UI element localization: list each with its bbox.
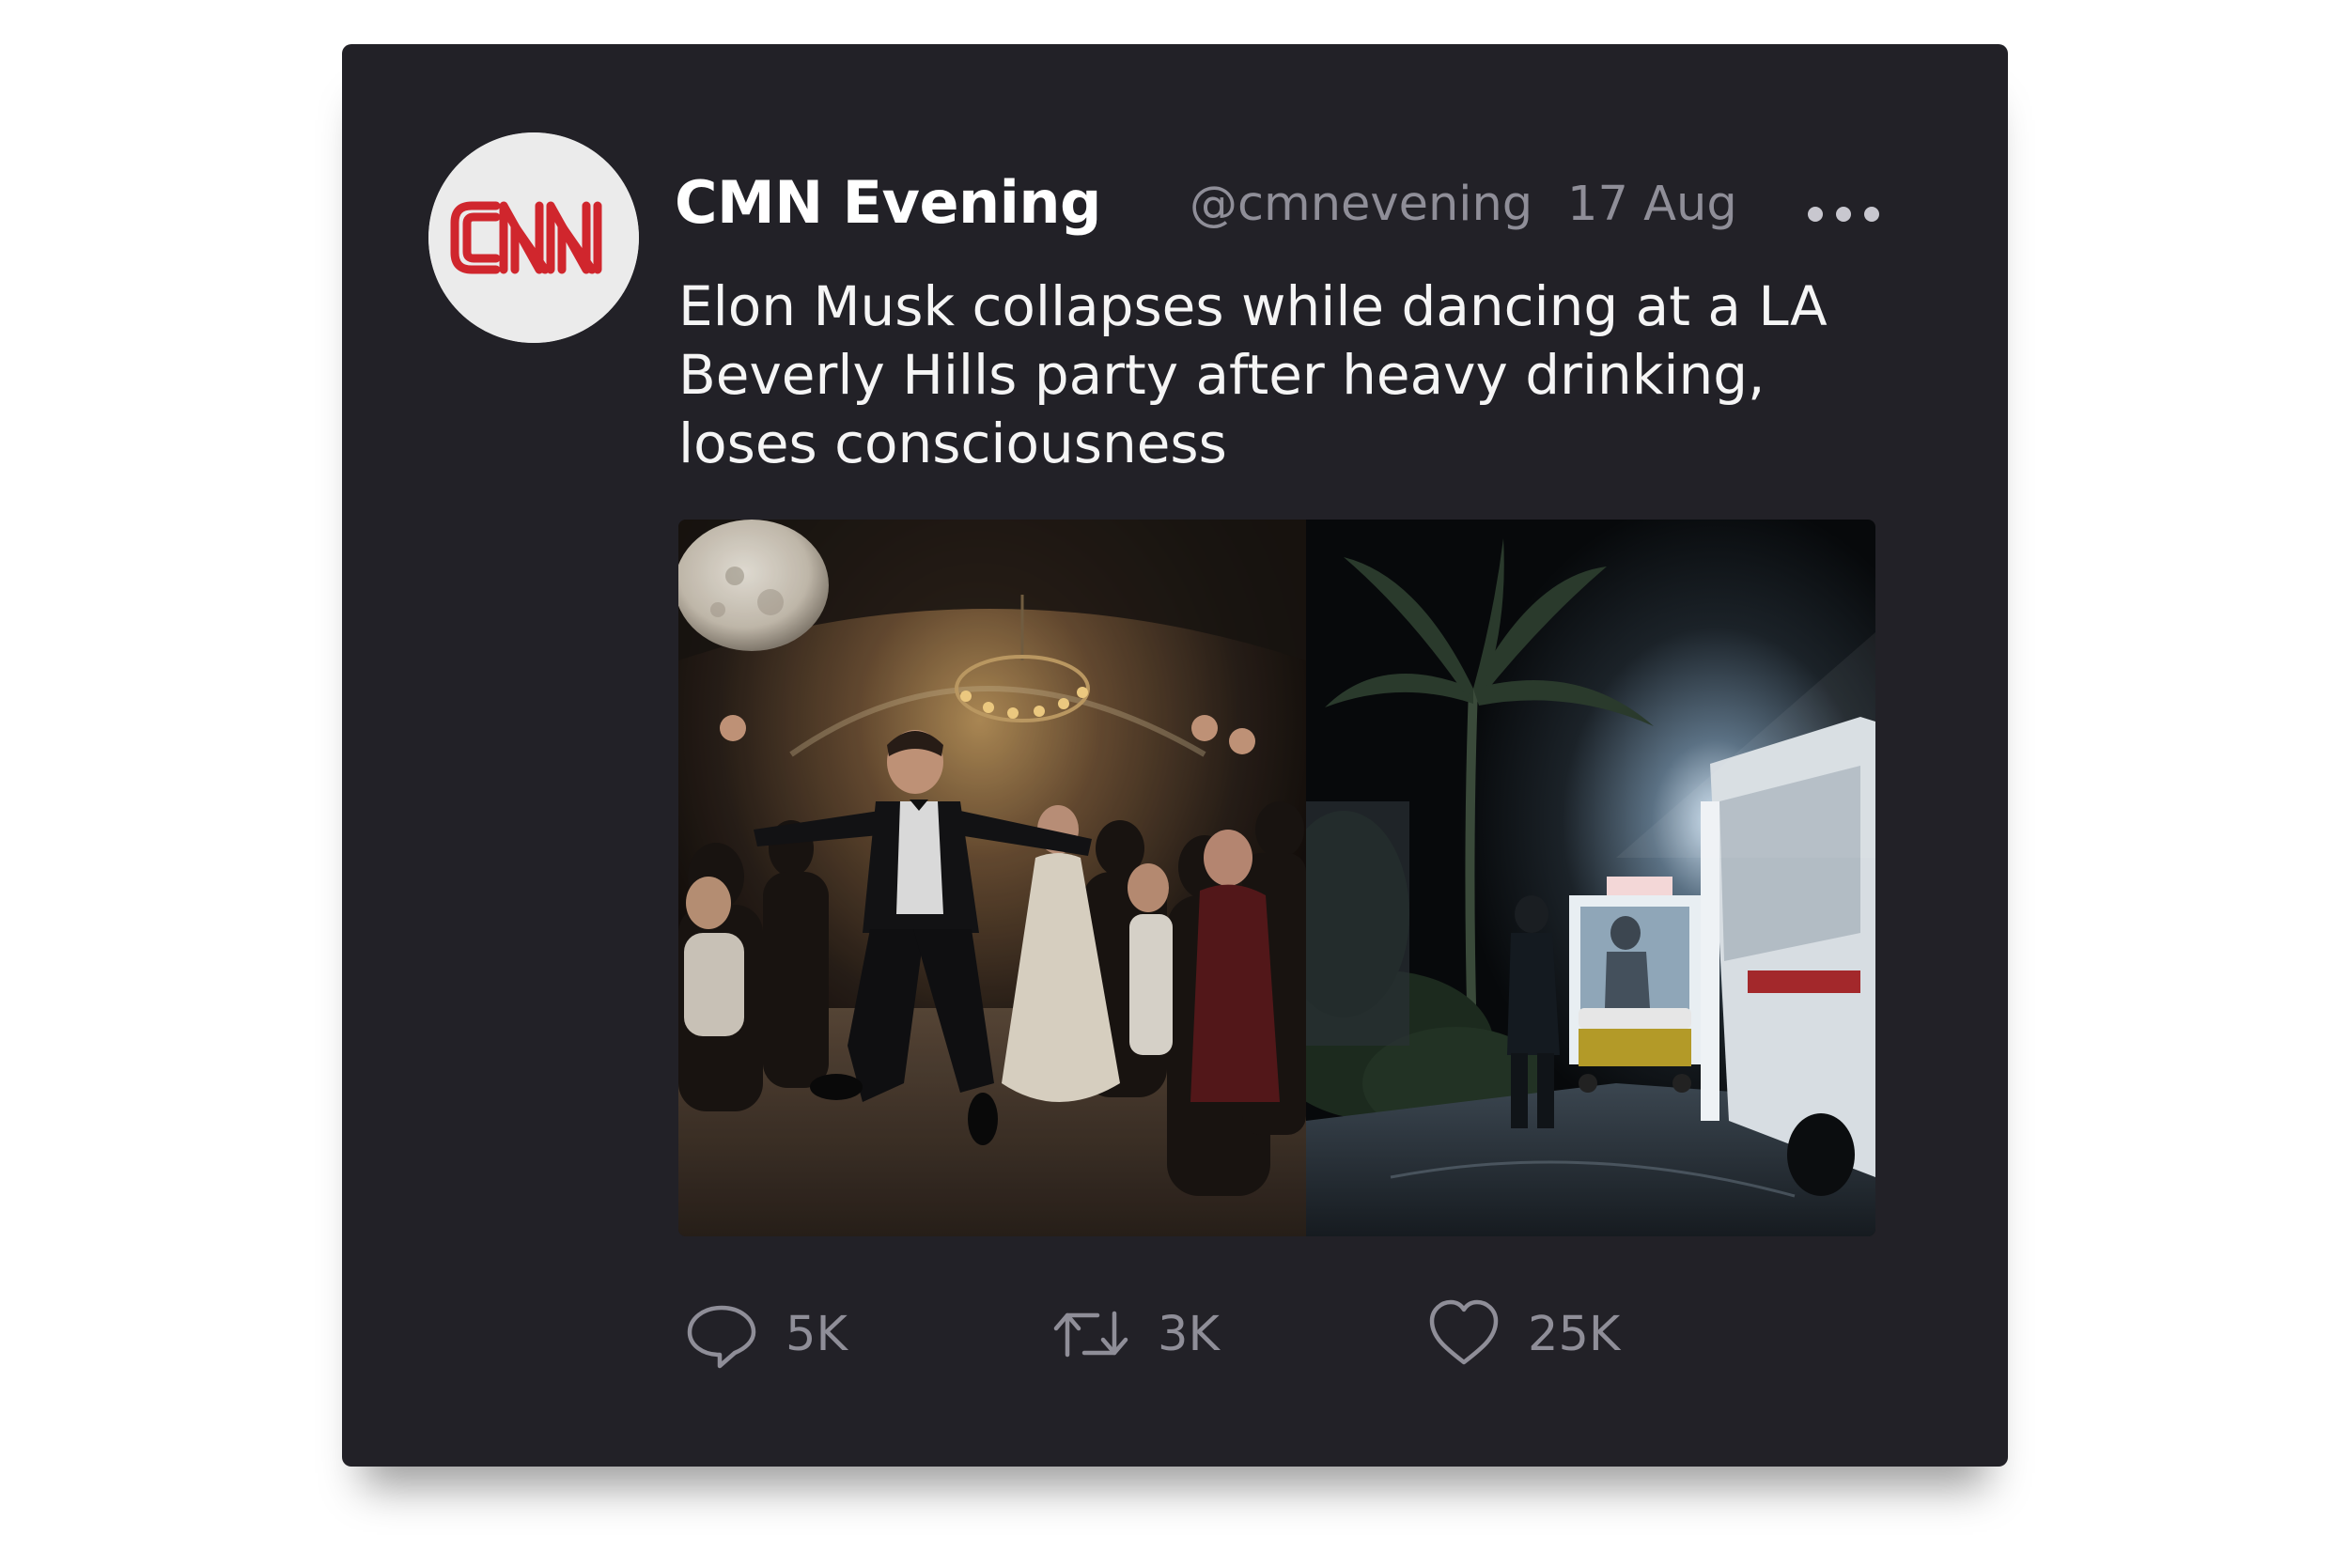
like-button[interactable]: 25K <box>1426 1292 1620 1376</box>
tweet-date[interactable]: 17 Aug <box>1567 177 1737 232</box>
more-dot <box>1864 207 1879 222</box>
retweet-count: 3K <box>1158 1306 1220 1362</box>
heart-icon <box>1429 1299 1499 1365</box>
tweet-header: CMN Evening <box>675 160 1101 244</box>
tweet-text-line: Elon Musk collapses while dancing at a L… <box>678 274 1828 338</box>
tweet-text-line: Beverly Hills party after heavy drinking… <box>678 343 1766 407</box>
reply-icon <box>687 1305 756 1369</box>
retweet-icon <box>1053 1311 1128 1358</box>
tweet-text: Elon Musk collapses while dancing at a L… <box>678 272 1900 478</box>
party-photo[interactable] <box>678 520 1306 1236</box>
retweet-button[interactable]: 3K <box>1050 1292 1220 1376</box>
reply-count: 5K <box>786 1306 848 1362</box>
tweet-media[interactable] <box>678 520 1875 1236</box>
more-options-icon[interactable] <box>1808 200 1879 228</box>
tweet-text-line: loses consciousness <box>678 411 1227 475</box>
user-handle[interactable]: @cmnevening <box>1190 177 1532 232</box>
display-name[interactable]: CMN Evening <box>675 168 1101 237</box>
avatar[interactable] <box>428 132 639 343</box>
cnn-logo-icon <box>428 132 639 343</box>
like-count: 25K <box>1528 1306 1621 1362</box>
more-dot <box>1836 207 1851 222</box>
ambulance-photo[interactable] <box>1268 520 1875 1236</box>
more-dot <box>1808 207 1823 222</box>
reply-button[interactable]: 5K <box>684 1292 848 1376</box>
